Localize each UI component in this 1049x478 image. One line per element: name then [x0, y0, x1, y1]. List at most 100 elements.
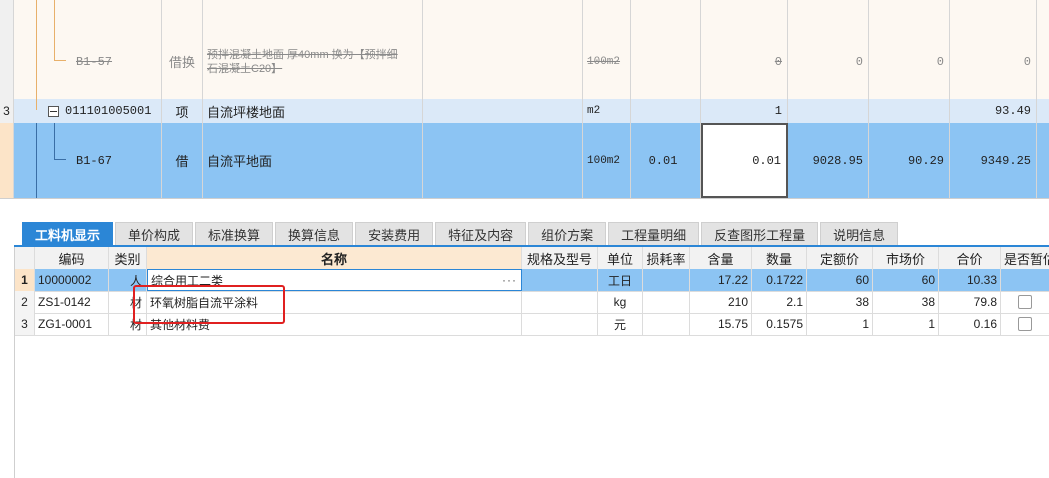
combined-price: 93.49: [950, 99, 1037, 123]
cell-quota-price: 38: [807, 291, 873, 313]
more-icon[interactable]: ···: [502, 273, 517, 287]
tab-standard-conversion[interactable]: 标准换算: [195, 222, 274, 245]
tab-description[interactable]: 说明信息: [820, 222, 899, 245]
upper-row-b1-57[interactable]: B1-57 借换 预拌混凝土地面 厚40mm 换为【预拌细 石混凝土C20】 1…: [0, 24, 1049, 100]
tab-pricing-scheme[interactable]: 组价方案: [528, 222, 607, 245]
combined-price: 0: [950, 24, 1037, 99]
col-quota-price[interactable]: 定额价: [807, 247, 873, 269]
item-type: 项: [162, 99, 203, 123]
col-spec[interactable]: 规格及型号: [522, 247, 598, 269]
resource-grid-header: 编码 类别 名称 规格及型号 单位 损耗率 含量 数量 定额价 市场价 合价 是…: [15, 247, 1049, 270]
col-loss-rate[interactable]: 损耗率: [643, 247, 690, 269]
tab-conversion-info[interactable]: 换算信息: [275, 222, 354, 245]
cell-unit: 工日: [598, 269, 643, 291]
quota-code: B1-57: [76, 54, 113, 69]
tree-line: [36, 0, 37, 110]
col-provisional[interactable]: 是否暂估: [1001, 247, 1049, 269]
collapse-icon[interactable]: [48, 105, 59, 117]
quota-code: B1-67: [76, 153, 113, 168]
detail-tabs: 工料机显示 单价构成 标准换算 换算信息 安装费用 特征及内容 组价方案 工程量…: [22, 222, 900, 246]
splitter[interactable]: [0, 198, 1049, 223]
tree-line: [36, 123, 37, 198]
tree-line: [54, 60, 66, 61]
item-unit: 100m2: [583, 123, 631, 198]
upper-budget-grid: B1-57 借换 预拌混凝土地面 厚40mm 换为【预拌细 石混凝土C20】 1…: [0, 0, 1049, 199]
item-name: 自流平地面: [203, 123, 423, 198]
cell-quota-price: 1: [807, 313, 873, 335]
cell-content: 210: [690, 291, 752, 313]
tab-quantity-details[interactable]: 工程量明细: [608, 222, 700, 245]
unit-price: 9028.95: [788, 123, 869, 198]
tab-features-content[interactable]: 特征及内容: [435, 222, 527, 245]
provisional-checkbox[interactable]: [1018, 317, 1032, 331]
cell-code: ZS1-0142: [35, 291, 109, 313]
item-unit: m2: [583, 99, 631, 123]
upper-row-item-3[interactable]: 3 011101005001 项 自流坪楼地面 m2 1 93.49: [0, 99, 1049, 124]
tab-reverse-graphic-quantity[interactable]: 反查图形工程量: [701, 222, 819, 245]
quantity: 1: [701, 99, 788, 123]
cell-code: 10000002: [35, 269, 109, 291]
upper-row-b1-67-selected[interactable]: B1-67 借 自流平地面 100m2 0.01 0.01 9028.95 90…: [0, 123, 1049, 199]
row-number: 2: [15, 291, 35, 313]
quantity: 0: [701, 24, 788, 99]
cell-loss-rate: [643, 313, 690, 335]
quantity-expr: [631, 24, 701, 99]
col-content[interactable]: 含量: [690, 247, 752, 269]
cell-loss-rate: [643, 269, 690, 291]
tree-line: [54, 123, 55, 159]
cell-quantity: 2.1: [752, 291, 807, 313]
item-name: 预拌混凝土地面 厚40mm 换为【预拌细 石混凝土C20】: [203, 24, 423, 99]
row-number: 3: [15, 313, 35, 335]
total: 0: [869, 24, 950, 99]
row-number: 3: [0, 99, 14, 123]
item-unit: 100m2: [583, 24, 631, 99]
cell-quantity: 0.1575: [752, 313, 807, 335]
cell-content: 17.22: [690, 269, 752, 291]
total: 90.29: [869, 123, 950, 198]
tab-installation-fees[interactable]: 安装费用: [355, 222, 434, 245]
row-number: [0, 24, 14, 99]
cell-total: 10.33: [939, 269, 1001, 291]
col-total[interactable]: 合价: [939, 247, 1001, 269]
tab-unit-price-composition[interactable]: 单价构成: [115, 222, 194, 245]
col-quantity[interactable]: 数量: [752, 247, 807, 269]
tree-line: [54, 0, 55, 60]
cell-provisional: [1001, 269, 1049, 291]
quantity-input[interactable]: 0.01: [701, 123, 788, 198]
cell-unit: 元: [598, 313, 643, 335]
total: [869, 99, 950, 123]
cell-market-price: 38: [873, 291, 939, 313]
cell-spec: [522, 313, 598, 335]
item-type: 借: [162, 123, 203, 198]
item-code: 011101005001: [65, 104, 152, 118]
col-code[interactable]: 编码: [35, 247, 109, 269]
col-category[interactable]: 类别: [109, 247, 147, 269]
cell-total: 79.8: [939, 291, 1001, 313]
cell-spec: [522, 269, 598, 291]
cell-unit: kg: [598, 291, 643, 313]
cell-spec: [522, 291, 598, 313]
cell-content: 15.75: [690, 313, 752, 335]
cell-provisional: [1001, 291, 1049, 313]
cell-loss-rate: [643, 291, 690, 313]
provisional-checkbox[interactable]: [1018, 295, 1032, 309]
cell-market-price: 1: [873, 313, 939, 335]
col-name[interactable]: 名称: [147, 247, 522, 269]
item-type: 借换: [162, 24, 203, 99]
col-unit[interactable]: 单位: [598, 247, 643, 269]
row-number: 1: [15, 269, 35, 291]
row-number: [0, 123, 14, 198]
tab-labor-material-machine[interactable]: 工料机显示: [22, 222, 114, 245]
cell-code: ZG1-0001: [35, 313, 109, 335]
quantity-expr: [631, 99, 701, 123]
unit-price: 0: [788, 24, 869, 99]
col-market-price[interactable]: 市场价: [873, 247, 939, 269]
cell-quantity: 0.1722: [752, 269, 807, 291]
cell-total: 0.16: [939, 313, 1001, 335]
unit-price: [788, 99, 869, 123]
item-name: 自流坪楼地面: [203, 99, 423, 123]
upper-row-partial[interactable]: [0, 0, 1049, 25]
resource-grid: 编码 类别 名称 规格及型号 单位 损耗率 含量 数量 定额价 市场价 合价 是…: [14, 247, 1049, 478]
combined-price: 9349.25: [950, 123, 1037, 198]
cell-market-price: 60: [873, 269, 939, 291]
